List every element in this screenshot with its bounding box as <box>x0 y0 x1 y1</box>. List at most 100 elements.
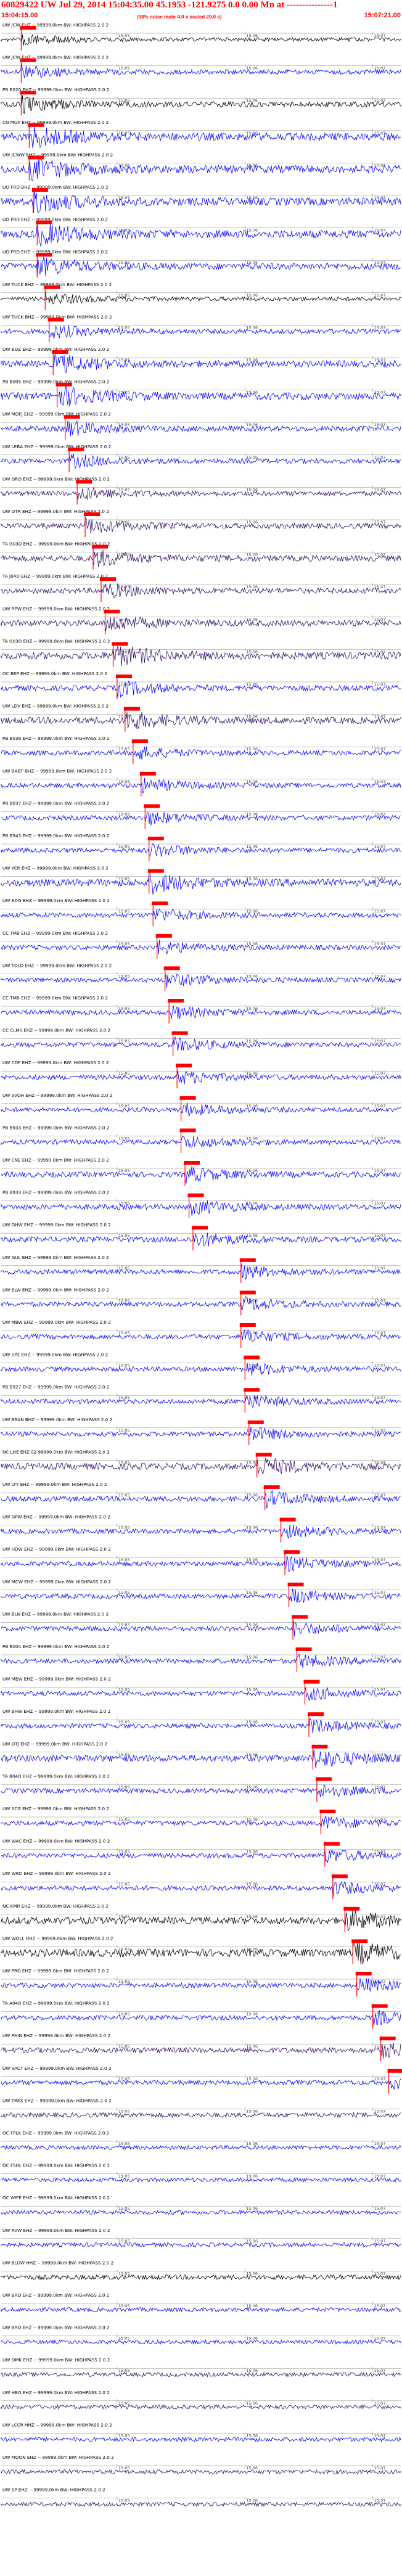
time-tick-label: 15:05 <box>118 1039 130 1044</box>
trace-row: 15:05 15:06 15:07 UW GHW EHZ -- 99999.0km B… <box>1 1222 401 1251</box>
time-tick-label: 15:05 <box>118 844 130 849</box>
pick-marker <box>168 999 184 1003</box>
trace-label: UW JCW EHZ -- 99999.0km BW: HIGHPASS 2.0… <box>2 22 109 28</box>
waveform <box>1 1525 401 1539</box>
time-tick-label: 15:06 <box>246 909 258 914</box>
time-tick-label: 15:07 <box>374 1136 386 1141</box>
start-time: 15:04:15.00 <box>1 12 38 19</box>
pick-marker <box>319 1810 336 1813</box>
trace-row: 15:05 15:06 15:07 UW BLN EHZ -- 99999.0km B… <box>1 1611 401 1640</box>
waveform <box>1 157 401 181</box>
waveform <box>1 1749 401 1768</box>
trace-label: PB B943 EHZ -- 99999.0km BW: HIGHPASS 2.… <box>2 833 109 839</box>
trace-label: UO FRD EHZ -- 99999.0km BW: HIGHPASS 2.0… <box>2 217 108 223</box>
waveform <box>1 1329 401 1342</box>
pick-marker <box>115 675 132 678</box>
time-tick-label: 15:07 <box>374 2044 386 2049</box>
time-tick-label: 15:05 <box>118 1784 130 1789</box>
waveform <box>1 1909 401 1932</box>
time-tick-label: 15:07 <box>374 2141 386 2146</box>
pick-marker <box>244 1355 260 1360</box>
time-tick-label: 15:05 <box>118 390 130 395</box>
waveform <box>1 2043 401 2059</box>
waveform <box>1 517 401 534</box>
time-tick-label: 15:06 <box>246 1493 258 1498</box>
waveform <box>1 2307 401 2313</box>
time-tick-label: 15:06 <box>246 1882 258 1887</box>
pick-marker <box>295 1647 312 1651</box>
waveform <box>1 385 401 406</box>
trace-label: UO FRD BHZ -- 99999.0km BW: HIGHPASS 2.0… <box>2 184 108 190</box>
pick-marker <box>47 318 64 322</box>
time-tick-label: 15:05 <box>118 1752 130 1757</box>
trace-label: UO FRD EHZ -- 99999.0km BW: HIGHPASS 2.0… <box>2 249 108 255</box>
time-tick-label: 15:07 <box>374 455 386 460</box>
time-tick-label: 15:06 <box>246 1784 258 1789</box>
trace-row: 15:05 15:06 15:07UW SVOH EHZ -- 99999.0km … <box>1 1093 401 1121</box>
trace-row: 15:05 15:06 15:07UW OTR EHZ -- 99999.0km B… <box>1 509 401 537</box>
time-tick-label: 15:07 <box>374 1622 386 1627</box>
trace-label: UW YCR EHZ -- 99999.0km BW: HIGHPASS 2.0… <box>2 866 109 871</box>
time-tick-label: 15:06 <box>246 2109 258 2114</box>
waveform <box>1 125 401 148</box>
time-tick-label: 15:07 <box>374 98 386 103</box>
waveform <box>1 1200 401 1216</box>
pick-marker <box>100 577 116 581</box>
trace-label: UW BLOW HHZ -- 99999.0km BW: HIGHPASS 2.… <box>2 2260 113 2265</box>
trace-row: 15:05 15:06 15:07 UW YCR EHZ -- 99999.0km B… <box>1 866 401 895</box>
time-tick-label: 15:07 <box>374 779 386 784</box>
time-tick-label: 15:07 <box>374 715 386 720</box>
time-tick-label: 15:06 <box>246 2239 258 2244</box>
waveform <box>1 1233 401 1247</box>
trace-row: 15:05 15:06 15:07UW JCW EHZ -- 99999.0km B… <box>1 22 401 51</box>
trace-row: 15:05 15:06 15:07UW JCW EHZ -- 99999.0km B… <box>1 55 401 83</box>
trace-row: 15:05 15:06 15:07PB B004 EHZ -- 99999.0km … <box>1 1644 401 1672</box>
time-tick-label: 15:07 <box>374 2174 386 2179</box>
pick-marker <box>387 2069 402 2073</box>
waveform <box>1 583 401 599</box>
trace-row: 15:05 15:06 15:07PB B005 EHZ -- 99999.0km … <box>1 379 401 408</box>
time-tick-label: 15:07 <box>374 2498 386 2503</box>
pick-marker <box>20 58 36 62</box>
trace-label: PB B020 EHZ -- 99999.0km BW: HIGHPASS 2.… <box>2 87 109 92</box>
pick-marker <box>123 707 140 711</box>
time-tick-label: 15:05 <box>118 811 130 816</box>
time-tick-label: 15:07 <box>374 390 386 395</box>
pick-marker <box>28 123 44 127</box>
trace-label: UW GHW EHZ -- 99999.0km BW: HIGHPASS 2.0… <box>2 1222 111 1228</box>
time-tick-label: 15:07 <box>374 1363 386 1368</box>
trace-row: 15:05 15:06 15:07TA B04D EHZ -- 99999.0km … <box>1 1773 401 1802</box>
waveform <box>1 2078 401 2090</box>
time-tick-label: 15:05 <box>118 487 130 492</box>
waveform <box>1 1784 401 1797</box>
helicorder-page: 60829422 UW Jul 29, 2014 15:04:35.00 45.… <box>0 0 402 2576</box>
time-tick-label: 15:07 <box>374 1201 386 1206</box>
trace-label: UW JCWW EHZ -- 99999.0km BW: HIGHPASS 2.… <box>2 152 113 157</box>
time-tick-label: 15:05 <box>118 2336 130 2341</box>
pick-marker <box>379 2037 396 2041</box>
waveform <box>1 811 401 826</box>
trace-row: 15:05 15:06 15:07UW BHW EHZ -- 99999.0km B… <box>1 1708 401 1737</box>
pick-marker <box>131 739 148 744</box>
trace-row: 15:05 15:06 15:07TA G03D EHZ -- 99999.0km … <box>1 541 401 570</box>
pick-marker <box>31 188 48 192</box>
time-tick-label: 15:06 <box>246 2174 258 2179</box>
trace-row: 15:05 15:06 15:07UW MEW EHZ -- 99999.0km B… <box>1 1676 401 1705</box>
time-tick-label: 15:06 <box>246 1525 258 1530</box>
time-tick-label: 15:05 <box>118 1493 130 1498</box>
pick-marker <box>179 1096 196 1100</box>
time-tick-label: 15:06 <box>246 1914 258 1919</box>
trace-label: UW VACT EHZ -- 99999.0km BW: HIGHPASS 2.… <box>2 2065 111 2071</box>
waveform <box>1 2404 401 2410</box>
time-tick-label: 15:05 <box>118 1298 130 1303</box>
trace-row: 15:05 15:06 15:07 PB B943 EHZ -- 99999.0km … <box>1 833 401 861</box>
trace-row: 15:05 15:06 15:07NC LHE EHZ 02 99999.0km B… <box>1 1449 401 1478</box>
waveform <box>1 1588 401 1604</box>
trace-label: UW HDW EHZ -- 99999.0km BW: HIGHPASS 2.0… <box>2 1546 111 1552</box>
time-tick-label: 15:05 <box>118 293 130 298</box>
time-tick-label: 15:07 <box>374 1331 386 1335</box>
trace-label: UW MOON EHZ -- 99999.0km BW: HIGHPASS 2.… <box>2 2455 114 2460</box>
time-tick-label: 15:07 <box>374 1688 386 1692</box>
trace-row: 15:05 15:06 15:07CC TMB EHZ -- 99999.0km B… <box>1 995 401 1023</box>
time-tick-label: 15:05 <box>118 260 130 265</box>
